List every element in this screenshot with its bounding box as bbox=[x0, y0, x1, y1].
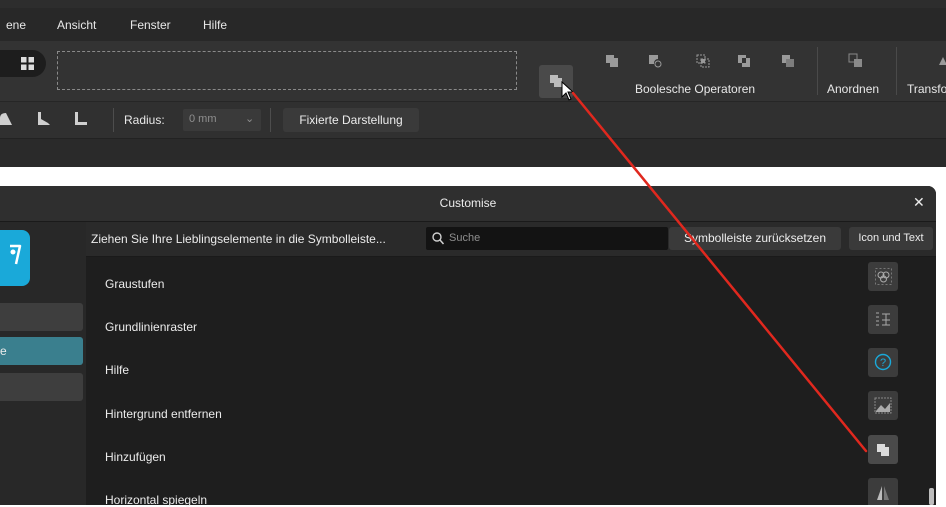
boolean-operators-label: Boolesche Operatoren bbox=[635, 82, 756, 96]
menu-item-hilfe[interactable]: Hilfe bbox=[203, 18, 227, 32]
context-toolbar: Radius: 0 mm ⌄ Fixierte Darstellung bbox=[0, 101, 946, 138]
list-item[interactable]: ? bbox=[868, 348, 898, 377]
sidebar-item-label: e bbox=[0, 344, 7, 358]
sidebar-item[interactable] bbox=[0, 373, 83, 401]
channels-icon bbox=[875, 268, 892, 285]
context-divider bbox=[270, 108, 271, 132]
context-divider bbox=[113, 108, 114, 132]
boolean-intersect-icon[interactable] bbox=[696, 54, 710, 68]
app-logo bbox=[0, 230, 30, 286]
svg-text:?: ? bbox=[880, 357, 886, 369]
boolean-divide-icon[interactable] bbox=[781, 54, 795, 68]
list-item-label: Hilfe bbox=[105, 363, 130, 377]
list-item-label: Hinzufügen bbox=[105, 450, 166, 464]
remove-background-icon bbox=[874, 397, 892, 414]
dialog-title-bar: Customise ✕ bbox=[0, 186, 936, 222]
list-item-label: Graustufen bbox=[105, 277, 165, 291]
dialog-title: Customise bbox=[439, 196, 497, 210]
boolean-add-icon[interactable] bbox=[605, 54, 619, 68]
view-mode-toggle[interactable] bbox=[0, 50, 46, 77]
search-input[interactable]: Suche bbox=[426, 227, 668, 250]
menu-item-fenster[interactable]: Fenster bbox=[130, 18, 171, 32]
boolean-xor-icon[interactable] bbox=[737, 54, 751, 68]
transform-icon[interactable] bbox=[939, 57, 946, 65]
search-icon bbox=[432, 232, 444, 245]
flip-horizontal-icon bbox=[877, 486, 889, 500]
corner-chamfer-icon[interactable] bbox=[36, 111, 52, 127]
list-item[interactable] bbox=[868, 305, 898, 334]
search-placeholder: Suche bbox=[449, 232, 481, 244]
dialog-content: Ziehen Sie Ihre Lieblingselemente in die… bbox=[86, 222, 936, 507]
radius-label: Radius: bbox=[124, 113, 165, 127]
list-item[interactable] bbox=[868, 478, 898, 505]
corner-round-icon[interactable] bbox=[0, 112, 14, 126]
display-mode-select[interactable]: Icon und Text bbox=[849, 227, 933, 250]
list-scrollbar-thumb[interactable] bbox=[929, 488, 934, 505]
fixed-view-button[interactable]: Fixierte Darstellung bbox=[283, 108, 419, 132]
designer-logo-icon bbox=[10, 244, 22, 265]
radius-field[interactable]: 0 mm ⌄ bbox=[183, 109, 261, 131]
boolean-add-icon bbox=[877, 444, 889, 456]
drag-hint-text: Ziehen Sie Ihre Lieblingselemente in die… bbox=[91, 232, 386, 246]
transform-label[interactable]: Transfo bbox=[907, 82, 946, 96]
list-item-selected[interactable] bbox=[868, 435, 898, 464]
list-item[interactable] bbox=[868, 262, 898, 291]
sidebar-item-selected[interactable]: e bbox=[0, 337, 83, 365]
document-tab-bar bbox=[0, 138, 946, 167]
app-window: ene Ansicht Fenster Hilfe Boolesche Oper… bbox=[0, 0, 946, 167]
arrange-icon[interactable] bbox=[848, 53, 864, 69]
dialog-header-bar: Ziehen Sie Ihre Lieblingselemente in die… bbox=[86, 222, 936, 257]
help-icon: ? bbox=[874, 353, 892, 371]
toolbar-divider bbox=[896, 47, 897, 95]
list-item-label: Hintergrund entfernen bbox=[105, 407, 222, 421]
arrange-label[interactable]: Anordnen bbox=[827, 82, 879, 96]
toolbar-drop-zone[interactable] bbox=[57, 51, 517, 90]
chevron-down-icon[interactable]: ⌄ bbox=[245, 112, 254, 125]
list-item-label: Grundlinienraster bbox=[105, 320, 198, 334]
list-item[interactable] bbox=[868, 391, 898, 420]
mouse-cursor-icon bbox=[561, 81, 575, 101]
radius-value: 0 mm bbox=[189, 113, 217, 125]
menu-item-ansicht[interactable]: Ansicht bbox=[57, 18, 96, 32]
customise-dialog: Customise ✕ e Ziehen Sie Ihre Lieblingse… bbox=[0, 186, 936, 507]
baseline-grid-icon bbox=[876, 312, 890, 326]
grid-icon bbox=[21, 57, 34, 70]
reset-toolbar-button[interactable]: Symbolleiste zurücksetzen bbox=[669, 227, 841, 250]
close-icon[interactable]: ✕ bbox=[913, 194, 925, 211]
menu-bar: ene Ansicht Fenster Hilfe bbox=[0, 8, 946, 41]
menu-item-ebene[interactable]: ene bbox=[6, 18, 26, 32]
boolean-subtract-icon[interactable] bbox=[648, 54, 662, 68]
main-toolbar: Boolesche Operatoren Anordnen Transfo bbox=[0, 41, 946, 101]
toolbar-divider bbox=[817, 47, 818, 95]
corner-straight-icon[interactable] bbox=[73, 111, 89, 127]
dialog-sidebar: e bbox=[0, 222, 86, 505]
sidebar-item[interactable] bbox=[0, 303, 83, 331]
